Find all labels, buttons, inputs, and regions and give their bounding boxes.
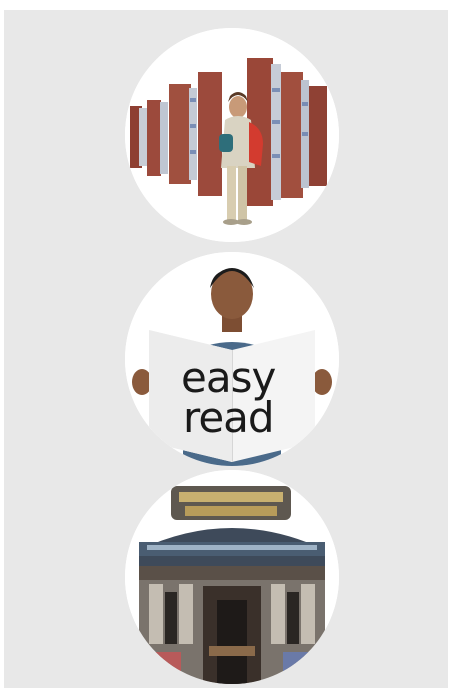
- sign-text-read: read: [183, 393, 274, 442]
- theatre-building-icon: [125, 470, 339, 684]
- library-shelves-student-icon: [125, 28, 339, 242]
- easy-read-illustration: easy read: [125, 252, 339, 466]
- theatre-illustration: [125, 470, 339, 684]
- easy-read-document-icon: easy read: [125, 252, 339, 466]
- illustration-panel: easy read: [4, 10, 448, 688]
- library-illustration: [125, 28, 339, 242]
